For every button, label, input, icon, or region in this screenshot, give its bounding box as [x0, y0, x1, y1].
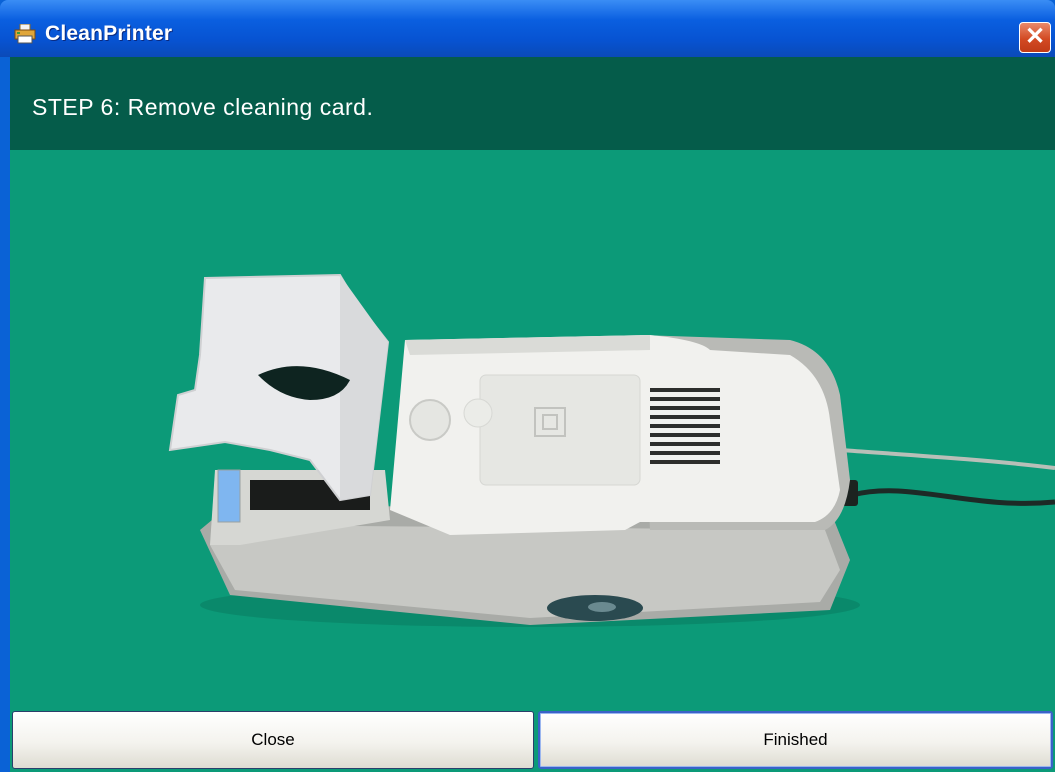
- app-printer-icon: [14, 24, 36, 44]
- title-bar[interactable]: CleanPrinter ✕: [0, 0, 1055, 57]
- finished-button[interactable]: Finished: [538, 711, 1053, 769]
- step-header: STEP 6: Remove cleaning card.: [10, 57, 1055, 150]
- step-instruction: STEP 6: Remove cleaning card.: [32, 94, 374, 120]
- printer-with-cleaning-card-image: [168, 273, 1055, 627]
- close-button[interactable]: Close: [12, 711, 534, 769]
- client-area: STEP 6: Remove cleaning card. Close Fini…: [10, 57, 1055, 772]
- cleanprinter-window: CleanPrinter ✕ STEP 6: Remove cleaning c…: [0, 0, 1055, 772]
- close-window-icon[interactable]: ✕: [1019, 22, 1051, 53]
- window-title: CleanPrinter: [45, 22, 173, 45]
- button-row: Close Finished: [10, 711, 1055, 772]
